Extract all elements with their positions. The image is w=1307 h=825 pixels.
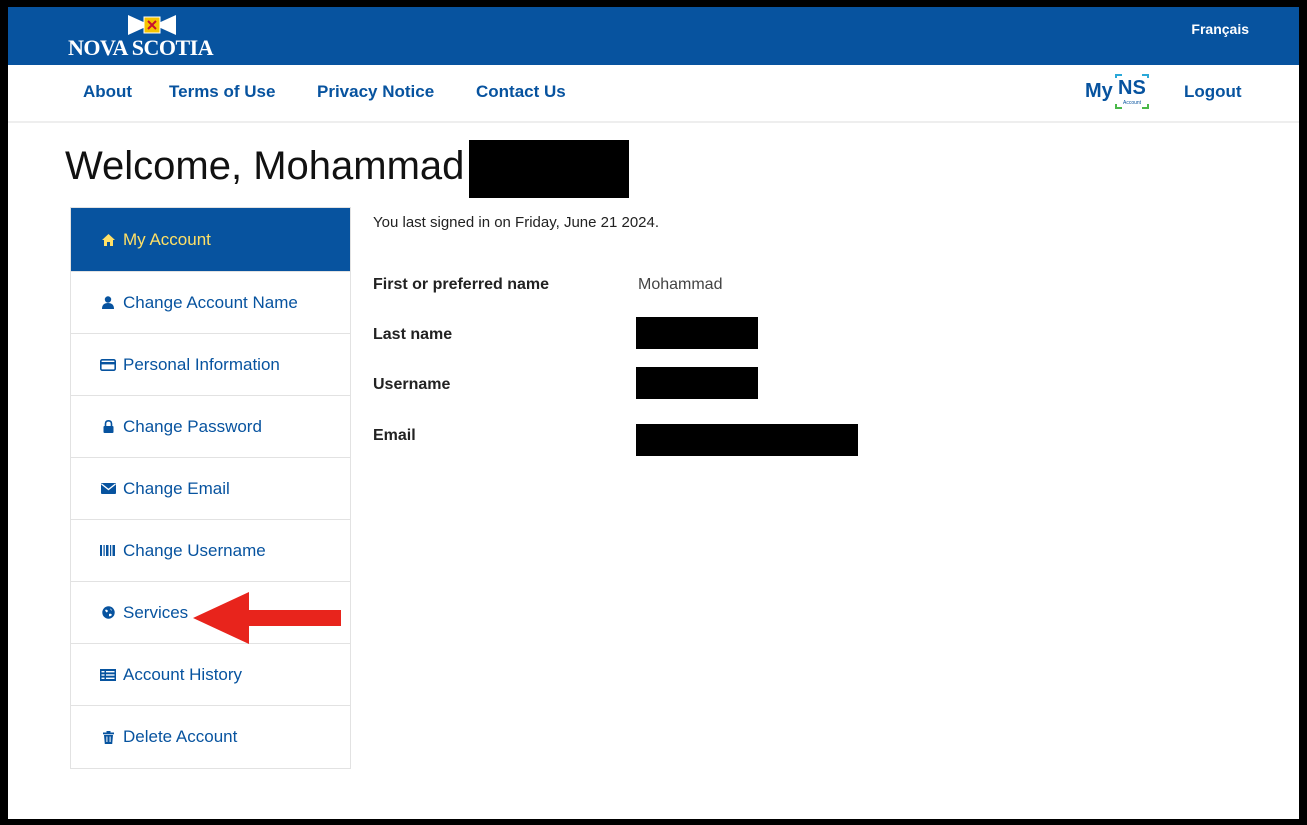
sidebar-item-label: Change Email [123, 478, 230, 498]
sidebar-item-label: Account History [123, 664, 243, 684]
barcode-icon [99, 544, 117, 558]
flag-icon [128, 15, 176, 35]
redacted-username [636, 367, 758, 399]
lock-icon [99, 420, 117, 434]
annotation-arrow [193, 592, 341, 644]
redacted-surname [469, 140, 629, 198]
sidebar-item-change-password[interactable]: Change Password [71, 396, 350, 458]
sidebar-item-change-username[interactable]: Change Username [71, 520, 350, 582]
nav-terms-link[interactable]: Terms of Use [169, 82, 275, 102]
nav-contact-link[interactable]: Contact Us [476, 82, 566, 102]
sidebar-item-change-email[interactable]: Change Email [71, 458, 350, 520]
myns-ns-text: NS [1118, 77, 1146, 99]
sidebar-item-change-account-name[interactable]: Change Account Name [71, 272, 350, 334]
last-name-label: Last name [373, 326, 453, 343]
email-label: Email [373, 427, 416, 444]
sidebar-item-label: Delete Account [123, 727, 238, 746]
main-nav: About Terms of Use Privacy Notice Contac… [8, 65, 1299, 123]
sidebar-item-label: My Account [123, 229, 211, 249]
envelope-icon [99, 482, 117, 496]
myns-account-logo[interactable]: My NS Account [1085, 74, 1153, 112]
account-sidebar: My Account Change Account Name Personal … [70, 207, 351, 769]
first-name-value: Mohammad [638, 276, 723, 293]
nav-privacy-link[interactable]: Privacy Notice [317, 82, 434, 102]
top-header-bar: NOVA SCOTIA Français [8, 7, 1299, 65]
sidebar-item-personal-information[interactable]: Personal Information [71, 334, 350, 396]
card-icon [99, 358, 117, 372]
redacted-last-name [636, 317, 758, 349]
language-toggle-link[interactable]: Français [1191, 21, 1249, 37]
sidebar-item-label: Change Account Name [123, 292, 298, 312]
first-name-label: First or preferred name [373, 276, 550, 293]
home-icon [99, 233, 117, 247]
last-signed-in-text: You last signed in on Friday, June 21 20… [373, 214, 660, 231]
page-title: Welcome, Mohammad [65, 144, 465, 188]
nova-scotia-logo[interactable]: NOVA SCOTIA [66, 13, 246, 63]
logo-text: NOVA SCOTIA [68, 35, 214, 60]
nav-about-link[interactable]: About [83, 82, 132, 102]
sidebar-item-label: Services [123, 602, 189, 622]
sidebar-item-label: Change Password [123, 416, 262, 436]
sidebar-item-account-history[interactable]: Account History [71, 644, 350, 706]
browser-frame: NOVA SCOTIA Français About Terms of Use … [0, 0, 1307, 825]
redacted-email [636, 424, 858, 456]
myns-sub-text: Account [1123, 100, 1142, 106]
logout-link[interactable]: Logout [1184, 82, 1242, 102]
sidebar-item-label: Change Username [123, 540, 266, 560]
globe-icon [99, 606, 117, 620]
sidebar-item-label: Personal Information [123, 354, 280, 374]
sidebar-item-delete-account[interactable]: Delete Account [71, 706, 350, 768]
sidebar-item-my-account[interactable]: My Account [71, 208, 350, 272]
list-icon [99, 668, 117, 682]
trash-icon [99, 730, 117, 744]
user-icon [99, 296, 117, 310]
myns-my-text: My [1085, 80, 1113, 102]
username-label: Username [373, 376, 451, 393]
